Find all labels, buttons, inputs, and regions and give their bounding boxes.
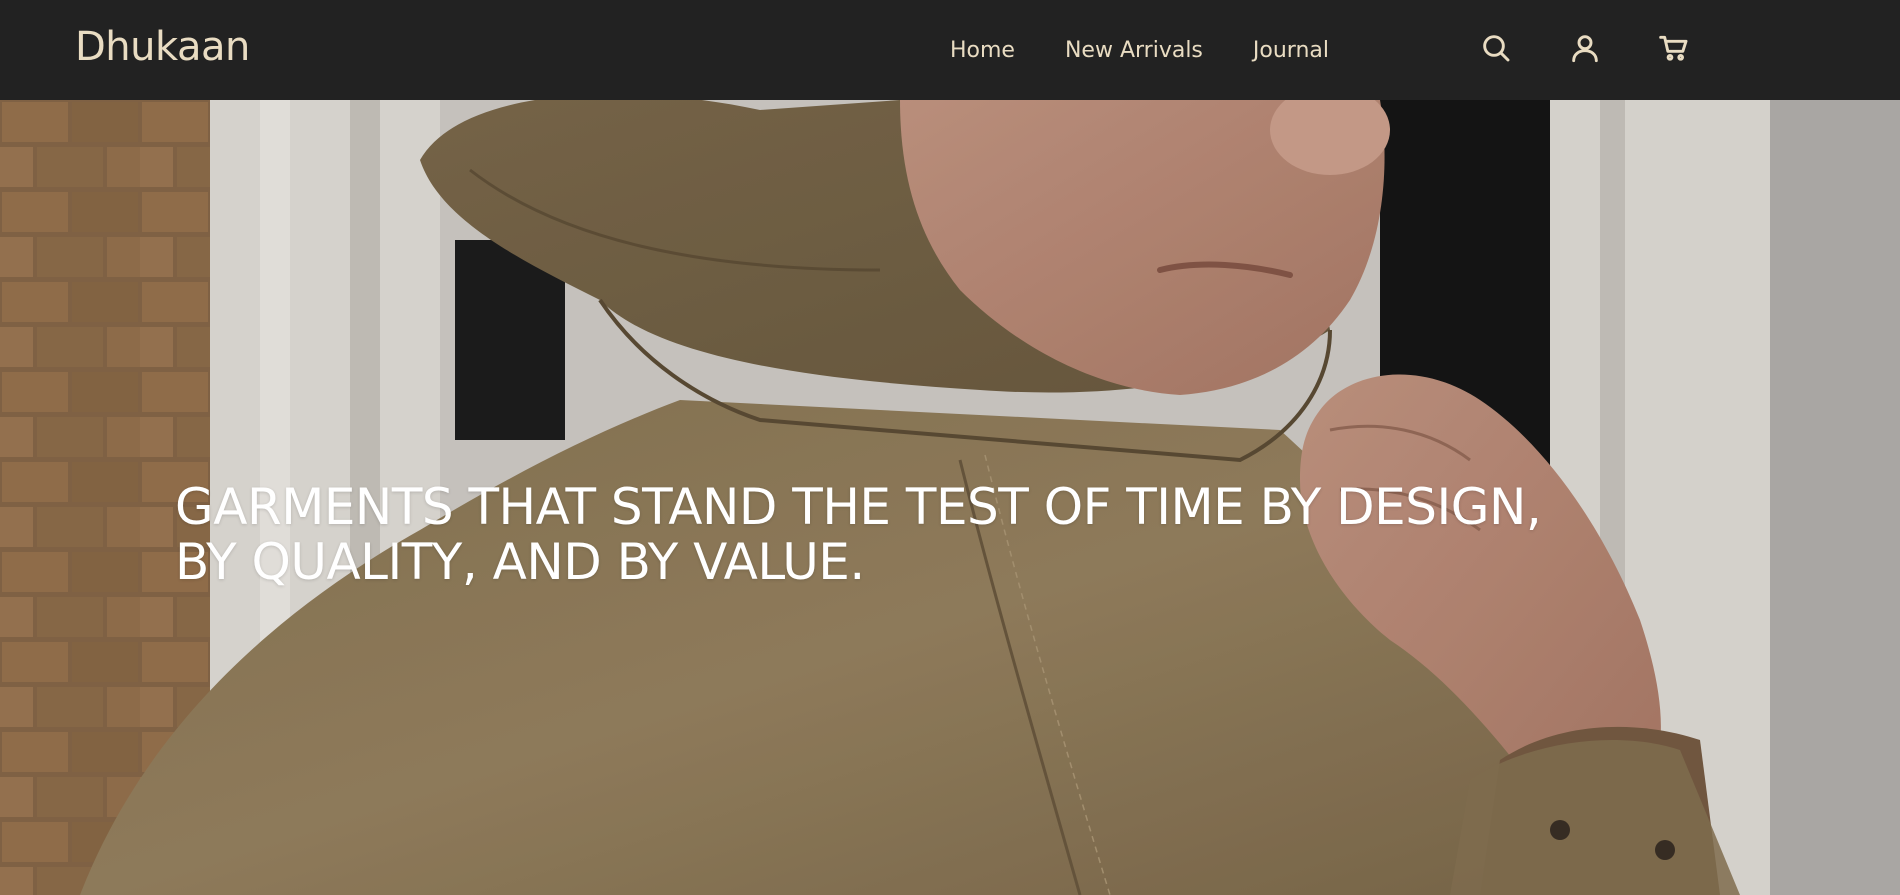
header-actions — [1478, 30, 1692, 66]
hero-headline-line-1: GARMENTS THAT STAND THE TEST OF TIME BY … — [175, 478, 1542, 536]
hero-headline: GARMENTS THAT STAND THE TEST OF TIME BY … — [175, 480, 1735, 590]
page: Dhukaan Home New Arrivals Journal GARMEN… — [0, 0, 1900, 895]
account-icon[interactable] — [1567, 30, 1603, 66]
nav-link-journal[interactable]: Journal — [1253, 37, 1329, 65]
site-header: Dhukaan Home New Arrivals Journal — [0, 0, 1900, 100]
brand-logo[interactable]: Dhukaan — [75, 24, 250, 70]
search-icon[interactable] — [1478, 30, 1514, 66]
cart-icon[interactable] — [1656, 30, 1692, 66]
hero-headline-line-2: BY QUALITY, AND BY VALUE. — [175, 533, 865, 591]
main-nav: Home New Arrivals Journal — [950, 37, 1329, 65]
nav-link-new-arrivals[interactable]: New Arrivals — [1065, 37, 1203, 65]
nav-link-home[interactable]: Home — [950, 37, 1015, 65]
hero-banner: GARMENTS THAT STAND THE TEST OF TIME BY … — [0, 100, 1900, 895]
